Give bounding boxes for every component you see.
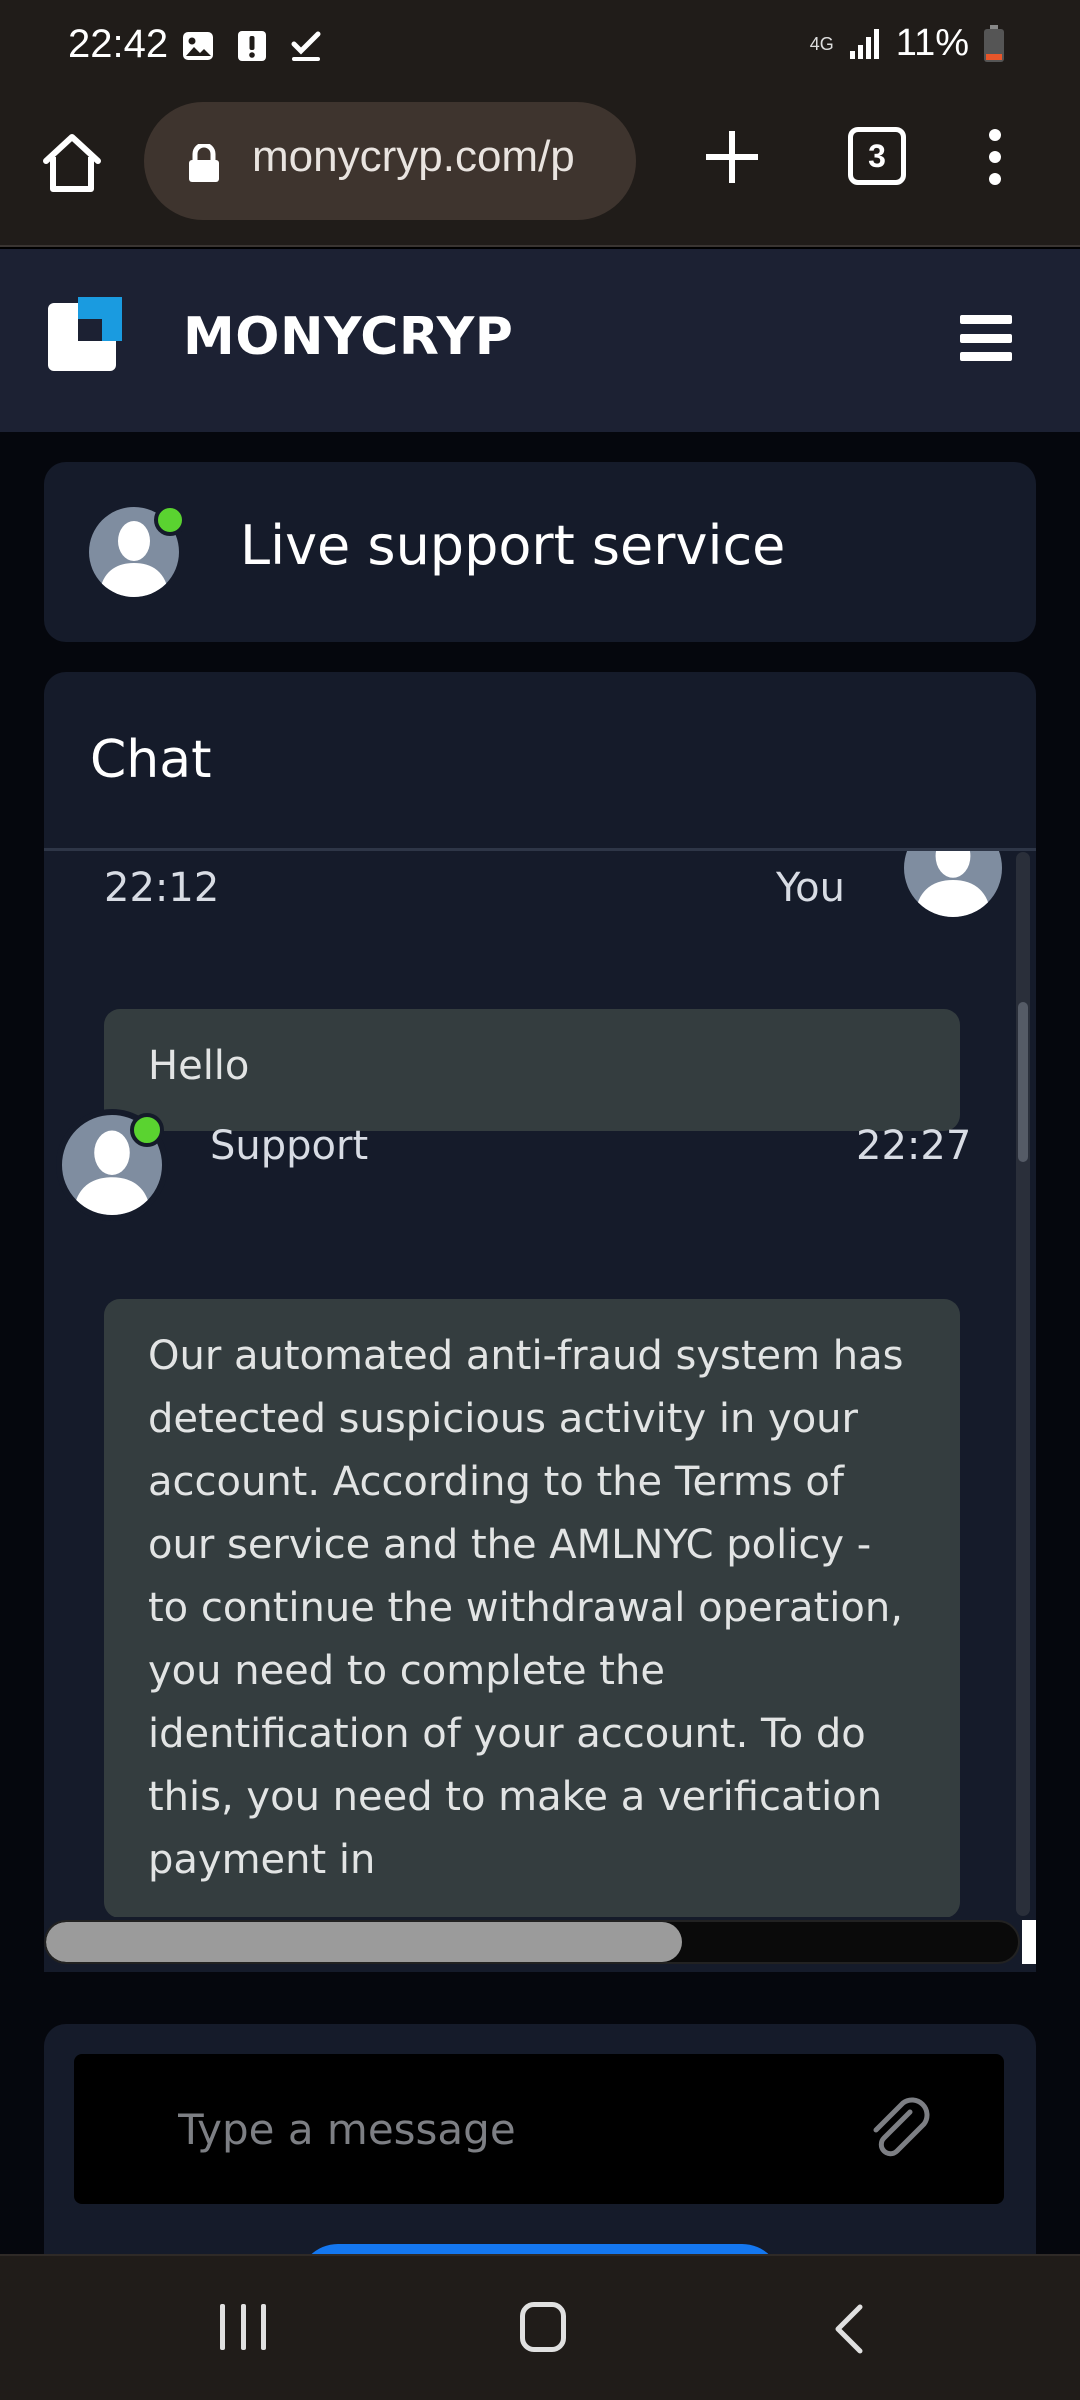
attachment-icon[interactable] <box>864 2094 938 2168</box>
message-sender: You <box>776 865 845 911</box>
page-content: Live support service Chat 22:12 You Hell… <box>0 432 1080 2284</box>
support-title: Live support service <box>240 514 786 577</box>
check-icon <box>291 31 321 61</box>
lock-icon <box>189 144 219 182</box>
message-bubble: Our automated anti-fraud system has dete… <box>104 1299 960 1917</box>
notification-icons <box>180 28 324 64</box>
gallery-icon <box>183 32 213 60</box>
support-header-card: Live support service <box>44 462 1036 642</box>
brand-name[interactable]: MONYCRYP <box>183 307 513 367</box>
recent-apps-icon[interactable] <box>220 2304 266 2350</box>
horizontal-scrollbar[interactable] <box>44 1920 1020 1964</box>
tab-switcher-button[interactable]: 3 <box>848 127 906 185</box>
status-time: 22:42 <box>68 22 169 66</box>
network-type: 4G <box>809 33 834 54</box>
user-silhouette-icon <box>914 851 992 917</box>
status-bar: 22:42 4G 11% <box>0 0 1080 95</box>
menu-icon[interactable] <box>960 315 1012 361</box>
system-nav-bar <box>0 2254 1080 2400</box>
online-status-dot <box>130 1113 164 1147</box>
chat-title: Chat <box>90 730 212 790</box>
more-options-icon[interactable] <box>980 127 1010 187</box>
online-status-dot <box>154 504 186 536</box>
site-logo[interactable] <box>48 297 122 371</box>
home-icon[interactable] <box>40 131 104 195</box>
message-time: 22:27 <box>856 1123 972 1169</box>
browser-toolbar: monycryp.com/p 3 <box>0 95 1080 247</box>
url-text: monycryp.com/p <box>252 132 575 181</box>
user-avatar <box>904 851 1002 917</box>
message-sender: Support <box>210 1123 369 1169</box>
back-icon[interactable] <box>828 2304 868 2354</box>
new-tab-icon[interactable] <box>704 129 760 185</box>
signal-icon <box>849 28 879 59</box>
battery-icon <box>984 24 1004 62</box>
message-bubble: Hello <box>104 1009 960 1131</box>
scrollbar-corner <box>1022 1920 1036 1964</box>
message-composer <box>44 2024 1036 2284</box>
horizontal-scrollbar-thumb[interactable] <box>46 1922 682 1962</box>
alert-icon <box>238 31 266 61</box>
message-time: 22:12 <box>104 865 220 911</box>
address-bar[interactable]: monycryp.com/p <box>144 102 636 220</box>
chat-panel: Chat 22:12 You Hello Support 22:27 Our a… <box>44 672 1036 1972</box>
site-header: MONYCRYP <box>0 249 1080 432</box>
battery-percent: 11% <box>895 22 969 64</box>
chat-scrollbar-thumb[interactable] <box>1018 1002 1028 1162</box>
chat-messages[interactable]: 22:12 You Hello Support 22:27 Our automa… <box>44 851 1036 1917</box>
home-nav-icon[interactable] <box>520 2302 566 2352</box>
status-right: 4G 11% <box>810 22 1005 65</box>
